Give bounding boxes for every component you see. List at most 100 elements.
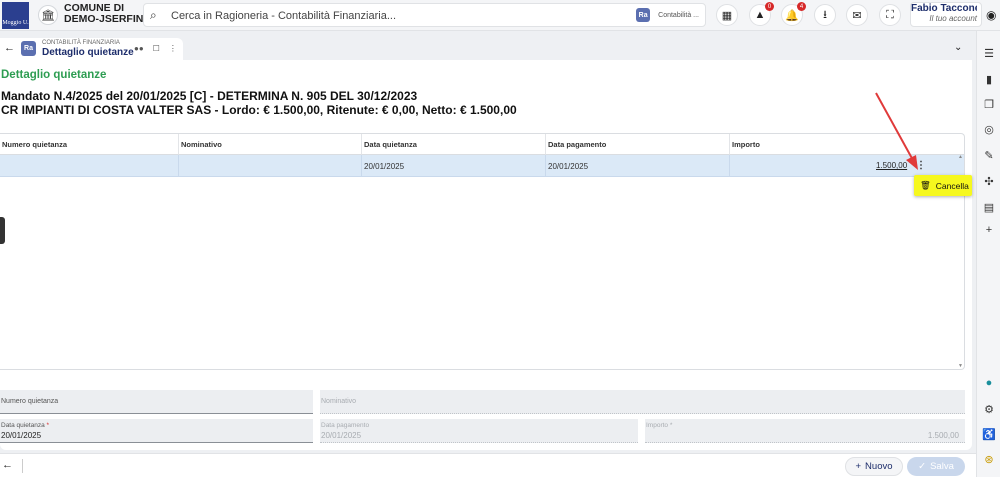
importo-label-text: Importo bbox=[646, 422, 669, 429]
cell-nominativo bbox=[179, 155, 362, 177]
module-label: Contabilità ... bbox=[658, 11, 699, 19]
required-marker: * bbox=[46, 422, 50, 429]
scroll-down-icon[interactable]: ▼ bbox=[958, 363, 963, 369]
warning-icon: ▲ bbox=[754, 9, 766, 21]
data-quietanza-label: Data quietanza * bbox=[1, 422, 49, 429]
tab-bar: ← Ra CONTABILITÀ FINANZIARIA Dettaglio q… bbox=[0, 38, 976, 60]
numero-quietanza-label: Numero quietanza bbox=[1, 398, 59, 405]
nominativo-label: Nominativo bbox=[321, 398, 357, 405]
user-account-button[interactable]: Fabio Taccone... Il tuo account bbox=[910, 2, 982, 27]
mail-button[interactable]: ✉ bbox=[846, 4, 868, 26]
save-label: Salva bbox=[930, 461, 954, 472]
row-menu-icon[interactable]: ⋮ bbox=[916, 160, 926, 171]
book-icon[interactable]: ▮ bbox=[983, 73, 995, 86]
collapse-chevron-icon[interactable]: ⌄ bbox=[954, 42, 962, 53]
mandate-headline: Mandato N.4/2025 del 20/01/2025 [C] - DE… bbox=[1, 89, 517, 117]
quietanze-grid: Numero quietanza Nominativo Data quietan… bbox=[0, 133, 965, 370]
top-bar: Moggio U. 🏛 COMUNE DI DEMO-JSERFIN ⌕ Cer… bbox=[0, 0, 1000, 31]
cell-data-pagamento: 20/01/2025 bbox=[546, 155, 730, 177]
column-header-numero[interactable]: Numero quietanza bbox=[0, 134, 179, 155]
module-selector[interactable]: Ra Contabilità ... bbox=[636, 8, 699, 22]
mail-icon: ✉ bbox=[852, 9, 862, 22]
copy-icon[interactable]: ❐ bbox=[983, 98, 995, 111]
tab-module-badge: Ra bbox=[21, 41, 36, 56]
footer-divider bbox=[22, 459, 23, 473]
row-context-menu-delete[interactable]: 🗑 Cancella bbox=[914, 175, 972, 196]
tab-title: Dettaglio quietanze bbox=[42, 47, 134, 58]
download-icon: ⭳ bbox=[823, 8, 827, 21]
search-bar[interactable]: ⌕ Cerca in Ragioneria - Contabilità Fina… bbox=[143, 3, 706, 27]
search-icon: ⌕ bbox=[150, 8, 157, 22]
plus-icon: + bbox=[855, 461, 862, 472]
logo-text: Moggio U. bbox=[2, 20, 29, 26]
bell-icon: 🔔 bbox=[785, 9, 799, 22]
data-pagamento-label: Data pagamento bbox=[321, 422, 370, 429]
scroll-up-icon[interactable]: ▲ bbox=[958, 154, 963, 160]
location-icon[interactable]: ● bbox=[983, 377, 995, 389]
headline-line2: CR IMPIANTI DI COSTA VALTER SAS - Lordo:… bbox=[1, 103, 517, 117]
user-account-label: Il tuo account bbox=[929, 14, 977, 23]
module-badge: Ra bbox=[636, 8, 651, 22]
importo-field: Importo * 1.500,00 bbox=[645, 419, 965, 443]
calculator-icon[interactable]: ▤ bbox=[983, 201, 995, 214]
data-quietanza-label-text: Data quietanza bbox=[1, 422, 45, 429]
save-button[interactable]: ✓ Salva bbox=[907, 457, 965, 476]
tab-module-label: CONTABILITÀ FINANZIARIA bbox=[42, 40, 120, 46]
column-header-data-quietanza[interactable]: Data quietanza bbox=[362, 134, 546, 155]
new-label: Nuovo bbox=[865, 461, 893, 472]
notifications-count-badge: 4 bbox=[797, 2, 806, 11]
municipality-logo[interactable]: Moggio U. bbox=[2, 2, 29, 29]
check-icon: ✓ bbox=[918, 461, 927, 472]
glasses-icon[interactable]: ●● bbox=[134, 44, 144, 53]
accessibility-icon[interactable]: ♿ bbox=[982, 428, 996, 441]
notifications-button[interactable]: 🔔 4 bbox=[781, 2, 806, 26]
network-icon[interactable]: ✣ bbox=[983, 175, 995, 188]
column-header-importo[interactable]: Importo bbox=[730, 134, 964, 155]
new-button[interactable]: + Nuovo bbox=[845, 457, 903, 476]
importo-value: 1.500,00 bbox=[927, 431, 959, 440]
dashboard-button[interactable]: ▦ bbox=[716, 4, 738, 26]
nominativo-field: Nominativo bbox=[320, 390, 965, 414]
delete-label: Cancella bbox=[935, 180, 969, 191]
cell-importo[interactable]: 1.500,00 bbox=[876, 161, 907, 170]
side-panel-handle[interactable] bbox=[0, 217, 5, 244]
footer-back-icon[interactable]: ← bbox=[2, 459, 13, 471]
account-circle-icon[interactable]: ◉ bbox=[986, 8, 996, 22]
add-icon[interactable]: + bbox=[983, 224, 995, 236]
help-icon[interactable]: ⊛ bbox=[983, 453, 995, 466]
importo-label: Importo * bbox=[646, 422, 673, 429]
search-input[interactable]: Cerca in Ragioneria - Contabilità Finanz… bbox=[171, 10, 396, 22]
user-name: Fabio Taccone... bbox=[911, 3, 977, 14]
org-line2: DEMO-JSERFIN bbox=[64, 13, 144, 25]
column-header-data-pagamento[interactable]: Data pagamento bbox=[546, 134, 730, 155]
more-vert-icon[interactable]: ⋮ bbox=[169, 44, 177, 53]
bookmark-icon[interactable]: ☐ bbox=[153, 44, 160, 53]
alerts-count-badge: 0 bbox=[765, 2, 774, 11]
tab-dettaglio-quietanze[interactable]: ← Ra CONTABILITÀ FINANZIARIA Dettaglio q… bbox=[0, 38, 183, 60]
fullscreen-button[interactable]: ⛶ bbox=[879, 4, 901, 26]
coins-icon[interactable]: ◎ bbox=[983, 123, 995, 136]
organization-name: COMUNE DI DEMO-JSERFIN bbox=[64, 3, 143, 25]
right-sidebar: ☰ ▮ ❐ ◎ ✎ ✣ ▤ + ● ⚙ ♿ ⊛ bbox=[976, 31, 1000, 477]
page-title: Dettaglio quietanze bbox=[1, 69, 107, 81]
settings-icon[interactable]: ⚙ bbox=[983, 403, 995, 416]
data-quietanza-value: 20/01/2025 bbox=[1, 431, 42, 440]
trash-icon: 🗑 bbox=[920, 180, 931, 190]
table-row[interactable]: 20/01/2025 20/01/2025 1.500,00 ⋮ bbox=[0, 155, 964, 177]
alerts-button[interactable]: ▲ 0 bbox=[749, 2, 774, 26]
data-quietanza-field[interactable]: Data quietanza * 20/01/2025 bbox=[0, 419, 313, 443]
numero-quietanza-field[interactable]: Numero quietanza bbox=[0, 390, 313, 414]
footer-bar: ← + Nuovo ✓ Salva bbox=[0, 453, 976, 477]
cell-numero bbox=[0, 155, 179, 177]
headline-line1: Mandato N.4/2025 del 20/01/2025 [C] - DE… bbox=[1, 89, 418, 103]
data-pagamento-value: 20/01/2025 bbox=[321, 431, 362, 440]
data-pagamento-field: Data pagamento 20/01/2025 bbox=[320, 419, 638, 443]
column-header-nominativo[interactable]: Nominativo bbox=[179, 134, 362, 155]
home-button[interactable]: 🏛 bbox=[38, 5, 58, 25]
download-button[interactable]: ⭳ bbox=[814, 4, 836, 26]
list-icon[interactable]: ☰ bbox=[983, 47, 995, 60]
bank-icon: 🏛 bbox=[41, 9, 55, 22]
back-arrow-icon[interactable]: ← bbox=[4, 42, 15, 54]
cell-data-quietanza: 20/01/2025 bbox=[362, 155, 546, 177]
plug-icon[interactable]: ✎ bbox=[983, 149, 995, 162]
